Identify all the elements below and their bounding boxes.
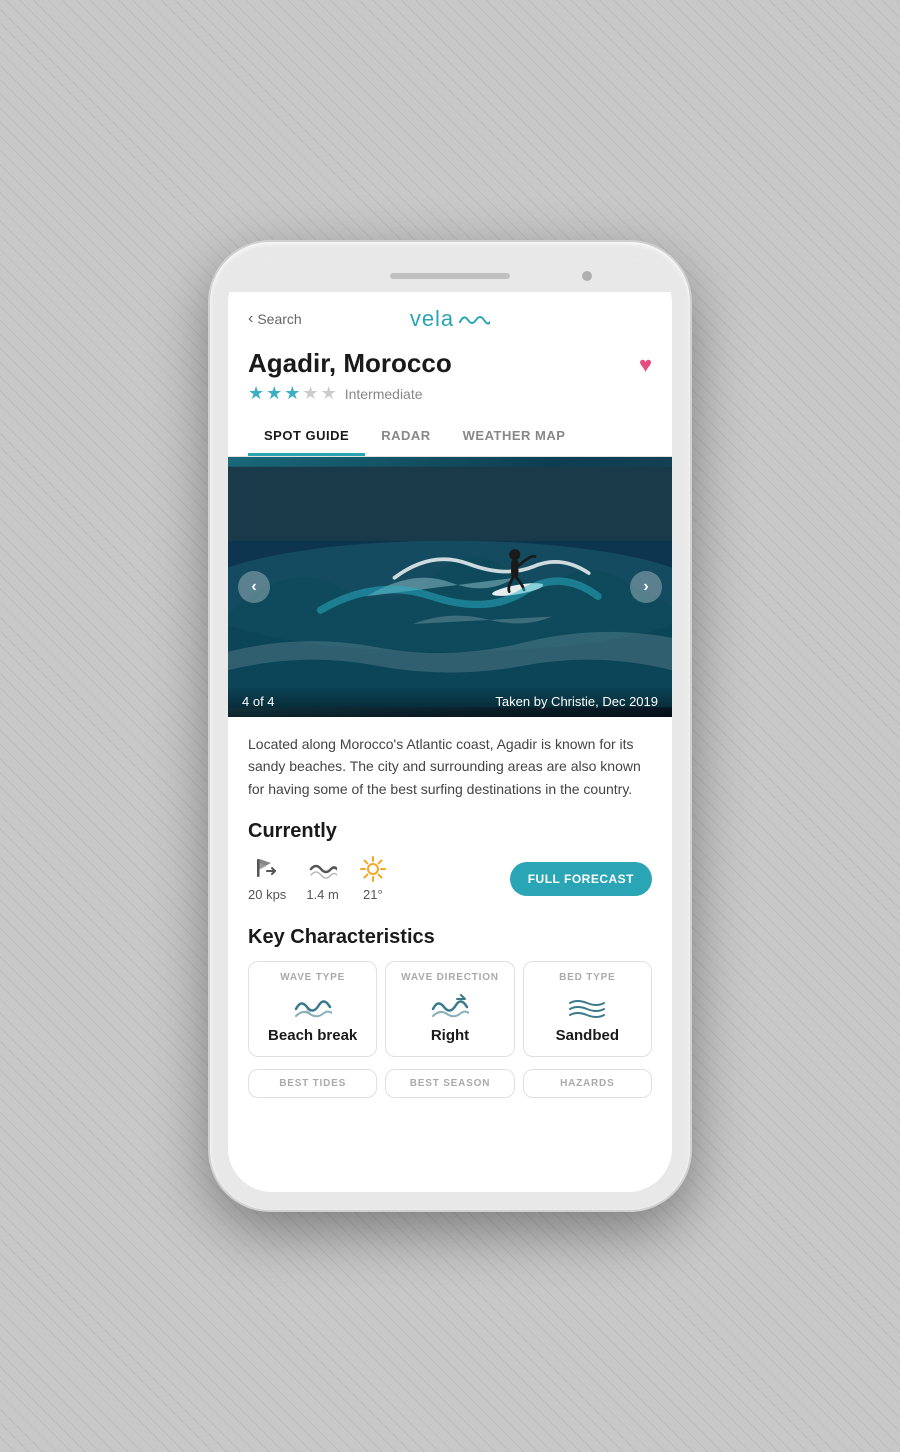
char-card-wave-type: WAVE TYPE Beach break [248, 961, 377, 1057]
title-left: Agadir, Morocco ★ ★ ★ ★ ★ Intermediate [248, 348, 452, 404]
location-title: Agadir, Morocco [248, 348, 452, 379]
char-value-wave-direction: Right [431, 1027, 469, 1044]
star-5: ★ [321, 383, 337, 404]
logo-wave-icon [458, 310, 490, 328]
bottom-labels-row: BEST TIDES BEST SEASON HAZARDS [228, 1065, 672, 1114]
tab-spot-guide[interactable]: SPOT GUIDE [248, 418, 365, 456]
wave-height-icon [309, 855, 337, 883]
wind-icon [253, 855, 281, 883]
beach-break-icon [294, 989, 332, 1021]
wave-height-value: 1.4 m [306, 887, 339, 902]
characteristics-title: Key Characteristics [228, 918, 672, 961]
full-forecast-button[interactable]: FULL FORECAST [510, 862, 652, 896]
star-3: ★ [284, 383, 300, 404]
favorite-button[interactable]: ♥ [639, 348, 652, 378]
app-logo: vela [410, 306, 490, 332]
best-tides-label[interactable]: BEST TIDES [248, 1069, 377, 1098]
wind-speed-value: 20 kps [248, 887, 286, 902]
temperature-item: 21° [359, 855, 387, 902]
wave-height-item: 1.4 m [306, 855, 339, 902]
back-button[interactable]: ‹ Search [248, 310, 302, 328]
sun-icon [359, 855, 387, 883]
currently-row: 20 kps 1.4 m [228, 855, 672, 918]
back-chevron-icon: ‹ [248, 310, 253, 328]
notch-bar [390, 273, 510, 279]
camera-dot [582, 271, 592, 281]
char-label-bed-type: BED TYPE [559, 972, 615, 983]
carousel-image [228, 457, 672, 717]
back-label: Search [257, 311, 301, 327]
rating-row: ★ ★ ★ ★ ★ Intermediate [248, 383, 452, 404]
phone-notch [228, 260, 672, 292]
carousel-caption: 4 of 4 Taken by Christie, Dec 2019 [228, 686, 672, 717]
currently-title: Currently [228, 816, 672, 855]
hazards-label[interactable]: HAZARDS [523, 1069, 652, 1098]
app-header: ‹ Search vela [228, 292, 672, 340]
tab-bar: SPOT GUIDE RADAR WEATHER MAP [228, 418, 672, 457]
phone-frame: ‹ Search vela Agadir, Morocco ★ [210, 242, 690, 1210]
char-value-wave-type: Beach break [268, 1027, 357, 1044]
phone-screen: ‹ Search vela Agadir, Morocco ★ [228, 260, 672, 1192]
app-content: ‹ Search vela Agadir, Morocco ★ [228, 292, 672, 1192]
star-rating: ★ ★ ★ ★ ★ [248, 383, 337, 404]
char-value-bed-type: Sandbed [556, 1027, 619, 1044]
wind-item: 20 kps [248, 855, 286, 902]
temperature-value: 21° [363, 887, 383, 902]
char-label-wave-direction: WAVE DIRECTION [401, 972, 499, 983]
best-season-label[interactable]: BEST SEASON [385, 1069, 514, 1098]
skill-level: Intermediate [345, 386, 423, 402]
characteristics-grid: WAVE TYPE Beach break WAVE DIRECTION [228, 961, 672, 1065]
photo-carousel: ‹ › 4 of 4 Taken by Christie, Dec 2019 [228, 457, 672, 717]
carousel-counter: 4 of 4 [242, 694, 275, 709]
surf-scene-svg [228, 457, 672, 717]
sandbed-icon [568, 989, 606, 1021]
carousel-photo-credit: Taken by Christie, Dec 2019 [495, 694, 658, 709]
wave-direction-icon [431, 989, 469, 1021]
char-card-bed-type: BED TYPE Sandbed [523, 961, 652, 1057]
location-description: Located along Morocco's Atlantic coast, … [228, 717, 672, 816]
carousel-prev-button[interactable]: ‹ [238, 571, 270, 603]
char-label-wave-type: WAVE TYPE [280, 972, 345, 983]
char-card-wave-direction: WAVE DIRECTION Right [385, 961, 514, 1057]
carousel-next-button[interactable]: › [630, 571, 662, 603]
logo-text: vela [410, 306, 454, 332]
tab-weather-map[interactable]: WEATHER MAP [447, 418, 582, 456]
star-1: ★ [248, 383, 264, 404]
star-4: ★ [302, 383, 318, 404]
title-area: Agadir, Morocco ★ ★ ★ ★ ★ Intermediate ♥ [228, 340, 672, 408]
tab-radar[interactable]: RADAR [365, 418, 446, 456]
star-2: ★ [266, 383, 282, 404]
